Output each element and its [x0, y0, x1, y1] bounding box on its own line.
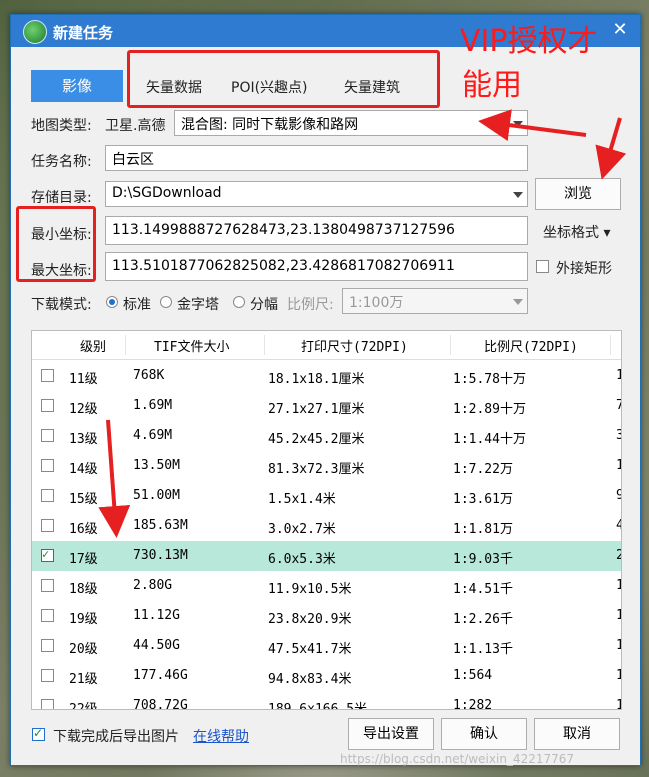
arrow-to-map-type — [478, 109, 587, 141]
watermark: https://blog.csdn.net/weixin_42217767 — [340, 752, 575, 766]
arrow-to-browse — [595, 117, 627, 180]
annotation-arrows — [98, 109, 627, 538]
arrow-to-level-17 — [98, 419, 131, 538]
